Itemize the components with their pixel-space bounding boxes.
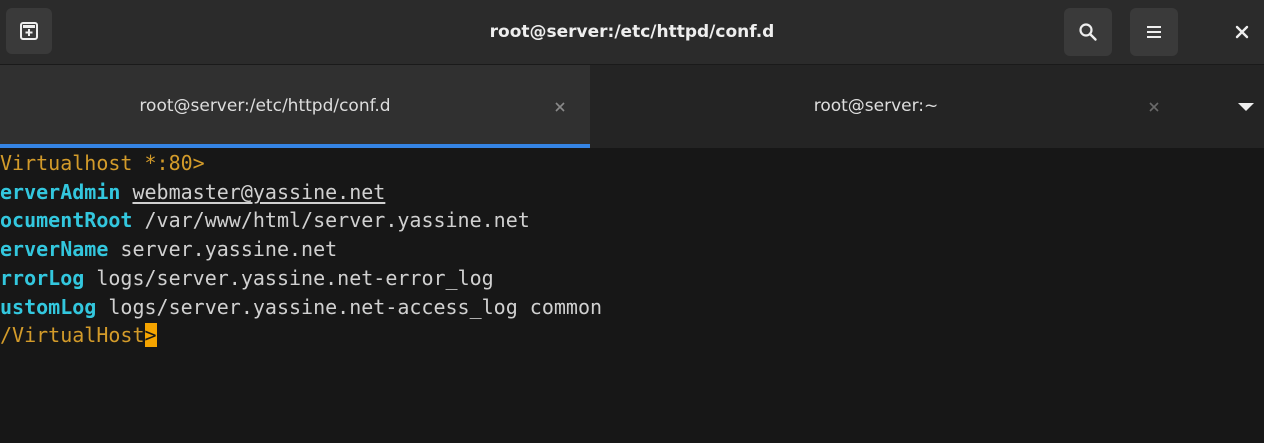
chevron-down-icon <box>1238 103 1254 111</box>
search-icon <box>1079 23 1097 41</box>
directive-key: erverName <box>0 237 109 261</box>
search-button[interactable] <box>1064 8 1112 56</box>
directive-key: erverAdmin <box>0 180 121 204</box>
tag-close: /VirtualHost <box>0 323 145 347</box>
tab-bar: root@server:/etc/httpd/conf.d root@serve… <box>0 64 1264 148</box>
tab-conf-d[interactable]: root@server:/etc/httpd/conf.d <box>0 65 590 148</box>
text-cursor: > <box>144 323 157 347</box>
tag-address: *:80> <box>132 151 205 175</box>
window-close-button[interactable] <box>1226 16 1258 48</box>
terminal-line: erverName server.yassine.net <box>0 236 337 262</box>
new-tab-button[interactable] <box>6 8 52 54</box>
tab-label: root@server:~ <box>813 96 939 116</box>
main-menu-button[interactable] <box>1130 8 1178 56</box>
tab-close-button[interactable] <box>548 95 572 119</box>
tab-close-icon <box>1149 102 1159 112</box>
tab-home[interactable]: root@server:~ <box>592 65 1220 148</box>
hamburger-menu-icon <box>1147 26 1161 38</box>
tab-label: root@server:/etc/httpd/conf.d <box>139 96 391 116</box>
terminal-line: erverAdmin webmaster@yassine.net <box>0 179 385 205</box>
tab-close-icon <box>555 102 565 112</box>
new-tab-icon <box>20 22 38 40</box>
directive-key: ocumentRoot <box>0 208 133 232</box>
terminal-line: rrorLog logs/server.yassine.net-error_lo… <box>0 265 494 291</box>
terminal-line: ustomLog logs/server.yassine.net-access_… <box>0 294 602 320</box>
tab-close-button[interactable] <box>1142 95 1166 119</box>
directive-value: /var/www/html/server.yassine.net <box>132 208 530 232</box>
terminal-line: Virtualhost *:80> <box>0 150 205 176</box>
directive-value: webmaster@yassine.net <box>132 180 386 204</box>
terminal-line: /VirtualHost> <box>0 322 157 348</box>
directive-value: logs/server.yassine.net-access_log commo… <box>96 295 603 319</box>
directive-key: rrorLog <box>0 266 85 290</box>
close-icon <box>1235 25 1249 39</box>
tab-list-dropdown[interactable] <box>1236 99 1256 115</box>
directive-value: server.yassine.net <box>108 237 338 261</box>
terminal-view[interactable]: Virtualhost *:80> erverAdmin webmaster@y… <box>0 148 1264 443</box>
directive-value: logs/server.yassine.net-error_log <box>84 266 494 290</box>
terminal-line: ocumentRoot /var/www/html/server.yassine… <box>0 207 530 233</box>
directive-key: ustomLog <box>0 295 97 319</box>
header-bar: root@server:/etc/httpd/conf.d <box>0 0 1264 64</box>
terminal-window: root@server:/etc/httpd/conf.d root@serve… <box>0 0 1264 443</box>
tag-open: Virtualhost <box>0 151 133 175</box>
